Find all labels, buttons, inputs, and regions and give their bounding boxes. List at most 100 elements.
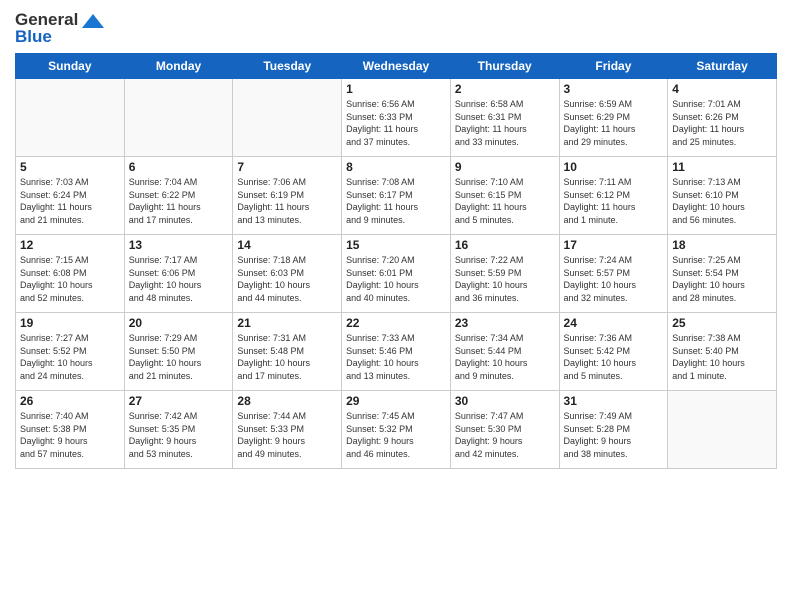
calendar-table: SundayMondayTuesdayWednesdayThursdayFrid… <box>15 53 777 469</box>
calendar-cell: 5 Sunrise: 7:03 AM Sunset: 6:24 PM Daylig… <box>16 157 125 235</box>
day-number: 20 <box>129 316 229 330</box>
calendar-cell: 30Sunrise: 7:47 AM Sunset: 5:30 PM Dayli… <box>450 391 559 469</box>
day-info: Sunrise: 7:04 AM Sunset: 6:22 PM Dayligh… <box>129 176 229 226</box>
day-info: Sunrise: 6:56 AM Sunset: 6:33 PM Dayligh… <box>346 98 446 148</box>
day-number: 23 <box>455 316 555 330</box>
day-info: Sunrise: 7:29 AM Sunset: 5:50 PM Dayligh… <box>129 332 229 382</box>
calendar-cell: 3Sunrise: 6:59 AM Sunset: 6:29 PM Daylig… <box>559 79 668 157</box>
day-number: 3 <box>564 82 664 96</box>
calendar-week-row: 26 Sunrise: 7:40 AM Sunset: 5:38 PM Dayli… <box>16 391 777 469</box>
calendar-cell: 1 Sunrise: 6:56 AM Sunset: 6:33 PM Daylig… <box>342 79 451 157</box>
day-info: Sunrise: 7:49 AM Sunset: 5:28 PM Dayligh… <box>564 410 664 460</box>
day-number: 11 <box>672 160 772 174</box>
calendar-dow-friday: Friday <box>559 54 668 79</box>
day-number: 6 <box>129 160 229 174</box>
day-number: 16 <box>455 238 555 252</box>
day-number: 27 <box>129 394 229 408</box>
calendar-cell: 14 Sunrise: 7:18 AM Sunset: 6:03 PM Dayli… <box>233 235 342 313</box>
day-number: 31 <box>564 394 664 408</box>
calendar-cell: 26 Sunrise: 7:40 AM Sunset: 5:38 PM Dayli… <box>16 391 125 469</box>
day-info: Sunrise: 7:27 AM Sunset: 5:52 PM Dayligh… <box>20 332 120 382</box>
day-number: 2 <box>455 82 555 96</box>
logo: General Blue <box>15 10 104 47</box>
day-number: 19 <box>20 316 120 330</box>
day-number: 24 <box>564 316 664 330</box>
day-info: Sunrise: 7:10 AM Sunset: 6:15 PM Dayligh… <box>455 176 555 226</box>
calendar-week-row: 12 Sunrise: 7:15 AM Sunset: 6:08 PM Dayli… <box>16 235 777 313</box>
day-number: 10 <box>564 160 664 174</box>
calendar-cell: 6 Sunrise: 7:04 AM Sunset: 6:22 PM Daylig… <box>124 157 233 235</box>
day-number: 8 <box>346 160 446 174</box>
day-info: Sunrise: 7:31 AM Sunset: 5:48 PM Dayligh… <box>237 332 337 382</box>
day-info: Sunrise: 7:38 AM Sunset: 5:40 PM Dayligh… <box>672 332 772 382</box>
calendar-cell: 16 Sunrise: 7:22 AM Sunset: 5:59 PM Dayli… <box>450 235 559 313</box>
calendar-header-row: SundayMondayTuesdayWednesdayThursdayFrid… <box>16 54 777 79</box>
day-info: Sunrise: 7:08 AM Sunset: 6:17 PM Dayligh… <box>346 176 446 226</box>
day-info: Sunrise: 7:15 AM Sunset: 6:08 PM Dayligh… <box>20 254 120 304</box>
calendar-cell <box>124 79 233 157</box>
day-number: 15 <box>346 238 446 252</box>
day-number: 30 <box>455 394 555 408</box>
calendar-cell: 29 Sunrise: 7:45 AM Sunset: 5:32 PM Dayli… <box>342 391 451 469</box>
day-number: 21 <box>237 316 337 330</box>
day-info: Sunrise: 7:36 AM Sunset: 5:42 PM Dayligh… <box>564 332 664 382</box>
page-container: General Blue SundayMondayTuesdayWednesda… <box>0 0 792 479</box>
calendar-cell: 11 Sunrise: 7:13 AM Sunset: 6:10 PM Dayli… <box>668 157 777 235</box>
day-number: 12 <box>20 238 120 252</box>
day-info: Sunrise: 7:42 AM Sunset: 5:35 PM Dayligh… <box>129 410 229 460</box>
calendar-cell: 23Sunrise: 7:34 AM Sunset: 5:44 PM Dayli… <box>450 313 559 391</box>
day-info: Sunrise: 7:22 AM Sunset: 5:59 PM Dayligh… <box>455 254 555 304</box>
day-info: Sunrise: 7:06 AM Sunset: 6:19 PM Dayligh… <box>237 176 337 226</box>
calendar-dow-sunday: Sunday <box>16 54 125 79</box>
day-number: 22 <box>346 316 446 330</box>
calendar-dow-tuesday: Tuesday <box>233 54 342 79</box>
day-number: 5 <box>20 160 120 174</box>
calendar-cell: 10 Sunrise: 7:11 AM Sunset: 6:12 PM Dayli… <box>559 157 668 235</box>
calendar-cell: 31 Sunrise: 7:49 AM Sunset: 5:28 PM Dayli… <box>559 391 668 469</box>
calendar-cell: 18 Sunrise: 7:25 AM Sunset: 5:54 PM Dayli… <box>668 235 777 313</box>
calendar-cell: 8 Sunrise: 7:08 AM Sunset: 6:17 PM Daylig… <box>342 157 451 235</box>
day-number: 1 <box>346 82 446 96</box>
calendar-dow-saturday: Saturday <box>668 54 777 79</box>
day-number: 29 <box>346 394 446 408</box>
logo-blue-text: Blue <box>15 27 52 47</box>
header: General Blue <box>15 10 777 47</box>
day-number: 7 <box>237 160 337 174</box>
calendar-week-row: 1 Sunrise: 6:56 AM Sunset: 6:33 PM Daylig… <box>16 79 777 157</box>
day-number: 4 <box>672 82 772 96</box>
day-number: 9 <box>455 160 555 174</box>
day-info: Sunrise: 7:03 AM Sunset: 6:24 PM Dayligh… <box>20 176 120 226</box>
calendar-cell: 24 Sunrise: 7:36 AM Sunset: 5:42 PM Dayli… <box>559 313 668 391</box>
day-number: 25 <box>672 316 772 330</box>
calendar-cell: 20 Sunrise: 7:29 AM Sunset: 5:50 PM Dayli… <box>124 313 233 391</box>
calendar-cell <box>668 391 777 469</box>
day-number: 28 <box>237 394 337 408</box>
day-info: Sunrise: 7:18 AM Sunset: 6:03 PM Dayligh… <box>237 254 337 304</box>
day-info: Sunrise: 7:11 AM Sunset: 6:12 PM Dayligh… <box>564 176 664 226</box>
day-info: Sunrise: 7:40 AM Sunset: 5:38 PM Dayligh… <box>20 410 120 460</box>
calendar-cell: 4Sunrise: 7:01 AM Sunset: 6:26 PM Daylig… <box>668 79 777 157</box>
calendar-cell: 25 Sunrise: 7:38 AM Sunset: 5:40 PM Dayli… <box>668 313 777 391</box>
calendar-cell: 2 Sunrise: 6:58 AM Sunset: 6:31 PM Daylig… <box>450 79 559 157</box>
day-number: 18 <box>672 238 772 252</box>
day-info: Sunrise: 6:58 AM Sunset: 6:31 PM Dayligh… <box>455 98 555 148</box>
day-number: 26 <box>20 394 120 408</box>
day-info: Sunrise: 7:13 AM Sunset: 6:10 PM Dayligh… <box>672 176 772 226</box>
calendar-cell: 21 Sunrise: 7:31 AM Sunset: 5:48 PM Dayli… <box>233 313 342 391</box>
day-number: 14 <box>237 238 337 252</box>
day-number: 13 <box>129 238 229 252</box>
calendar-cell: 9 Sunrise: 7:10 AM Sunset: 6:15 PM Daylig… <box>450 157 559 235</box>
calendar-cell: 15 Sunrise: 7:20 AM Sunset: 6:01 PM Dayli… <box>342 235 451 313</box>
day-info: Sunrise: 7:45 AM Sunset: 5:32 PM Dayligh… <box>346 410 446 460</box>
calendar-dow-wednesday: Wednesday <box>342 54 451 79</box>
day-info: Sunrise: 7:24 AM Sunset: 5:57 PM Dayligh… <box>564 254 664 304</box>
calendar-dow-thursday: Thursday <box>450 54 559 79</box>
day-info: Sunrise: 7:20 AM Sunset: 6:01 PM Dayligh… <box>346 254 446 304</box>
day-info: Sunrise: 7:17 AM Sunset: 6:06 PM Dayligh… <box>129 254 229 304</box>
day-info: Sunrise: 7:25 AM Sunset: 5:54 PM Dayligh… <box>672 254 772 304</box>
day-info: Sunrise: 7:33 AM Sunset: 5:46 PM Dayligh… <box>346 332 446 382</box>
calendar-cell <box>16 79 125 157</box>
calendar-cell: 27 Sunrise: 7:42 AM Sunset: 5:35 PM Dayli… <box>124 391 233 469</box>
calendar-week-row: 5 Sunrise: 7:03 AM Sunset: 6:24 PM Daylig… <box>16 157 777 235</box>
logo-arrow-icon <box>82 14 104 28</box>
